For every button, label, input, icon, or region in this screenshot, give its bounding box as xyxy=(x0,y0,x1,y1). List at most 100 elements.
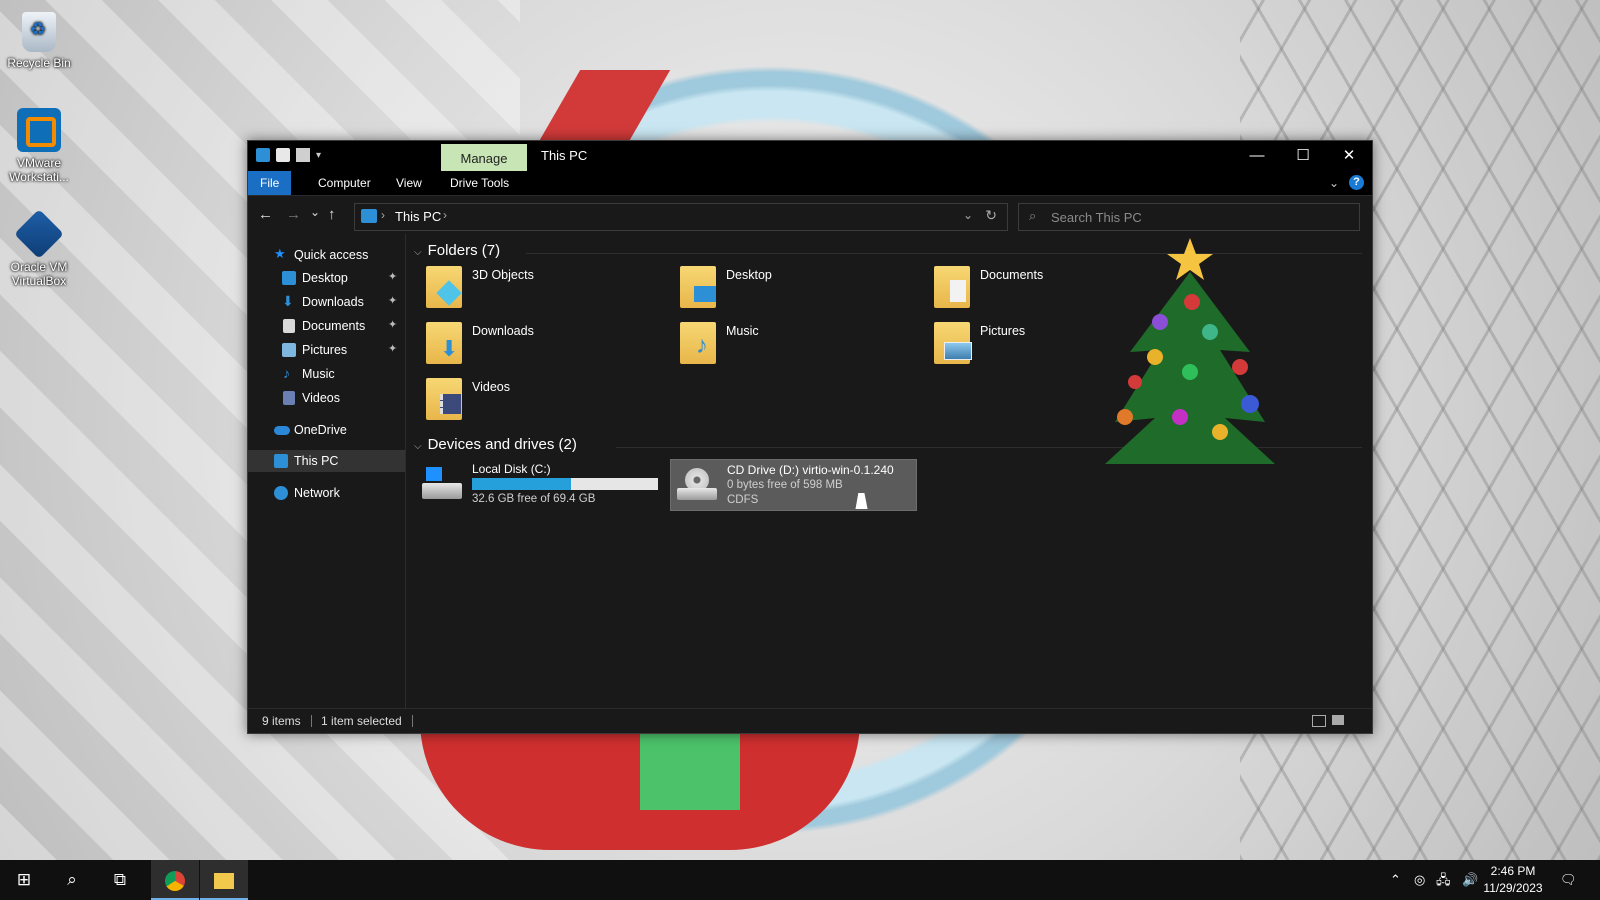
maximize-button[interactable]: ☐ xyxy=(1280,141,1326,171)
pin-icon[interactable]: ✦ xyxy=(388,294,397,307)
search-icon: ⌕ xyxy=(67,870,77,889)
task-view-icon: ⧉ xyxy=(113,870,127,889)
recent-locations-button[interactable]: ⌄ xyxy=(310,205,320,219)
sidebar-item-onedrive[interactable]: OneDrive xyxy=(248,419,405,441)
new-folder-icon[interactable] xyxy=(296,148,310,162)
drive-free-space: 0 bytes free of 598 MB xyxy=(727,479,843,491)
folder-label: Documents xyxy=(980,268,1044,282)
refresh-icon[interactable]: ↻ xyxy=(985,207,997,224)
folder-downloads[interactable]: ⬇ Downloads xyxy=(416,320,661,372)
up-button[interactable]: ↑ xyxy=(328,206,336,223)
expand-ribbon-icon[interactable]: ⌄ xyxy=(1329,176,1339,190)
desktop-folder-icon xyxy=(680,266,716,308)
pin-icon[interactable]: ✦ xyxy=(388,270,397,283)
desktop-icon xyxy=(282,271,296,285)
show-hidden-icons-button[interactable]: ⌃ xyxy=(1390,860,1401,900)
pin-icon[interactable]: ✦ xyxy=(388,342,397,355)
forward-button[interactable]: → xyxy=(286,206,301,223)
taskbar: ⊞ ⌕ ⧉ ⌃ ◎ 🖧 🔊 2:46 PM 11/29/2023 🗨 xyxy=(0,860,1600,900)
sidebar-item-videos[interactable]: Videos xyxy=(248,387,405,409)
folder-desktop[interactable]: Desktop xyxy=(670,264,915,316)
task-view-button[interactable]: ⧉ xyxy=(96,860,144,900)
desktop-icon-vmware[interactable]: VMware Workstati... xyxy=(4,108,74,184)
folder-music[interactable]: ♪ Music xyxy=(670,320,915,372)
pin-icon[interactable]: ✦ xyxy=(388,318,397,331)
file-explorer-icon xyxy=(214,872,234,889)
tab-drive-tools[interactable]: Drive Tools xyxy=(438,171,521,195)
chevron-down-icon[interactable]: ⌄ xyxy=(963,208,973,222)
taskbar-file-explorer[interactable] xyxy=(200,860,248,900)
folder-videos[interactable]: Videos xyxy=(416,376,661,428)
tab-computer[interactable]: Computer xyxy=(306,171,383,195)
breadcrumb-this-pc[interactable]: This PC xyxy=(395,209,441,224)
sidebar-item-label: Downloads xyxy=(302,295,364,309)
sidebar-item-quick-access[interactable]: ★ Quick access xyxy=(248,244,405,266)
chevron-up-icon: ⌃ xyxy=(1390,872,1401,887)
sidebar-item-documents[interactable]: Documents ✦ xyxy=(248,315,405,337)
folder-3d-objects[interactable]: 3D Objects xyxy=(416,264,661,316)
group-header-folders[interactable]: ⌵ Folders (7) xyxy=(414,242,500,259)
search-button[interactable]: ⌕ xyxy=(48,860,96,900)
sidebar-item-this-pc[interactable]: This PC xyxy=(248,450,405,472)
pictures-folder-icon xyxy=(934,322,972,364)
videos-icon xyxy=(283,391,295,405)
sidebar-item-label: OneDrive xyxy=(294,423,347,437)
desktop-icon-recycle-bin[interactable]: ♻ Recycle Bin xyxy=(4,12,74,70)
drive-usage-fill xyxy=(472,478,571,490)
close-button[interactable]: ✕ xyxy=(1326,141,1372,171)
group-header-devices[interactable]: ⌵ Devices and drives (2) xyxy=(414,436,577,453)
sidebar-item-label: Music xyxy=(302,367,335,381)
chevron-right-icon[interactable]: › xyxy=(443,208,447,222)
search-box[interactable]: ⌕ xyxy=(1018,203,1360,231)
search-input[interactable] xyxy=(1049,207,1343,227)
desktop-icon-virtualbox[interactable]: Oracle VM VirtualBox xyxy=(4,209,74,288)
properties-icon[interactable] xyxy=(276,148,290,162)
sidebar-item-pictures[interactable]: Pictures ✦ xyxy=(248,339,405,361)
drive-free-space: 32.6 GB free of 69.4 GB xyxy=(472,493,596,505)
documents-folder-icon xyxy=(934,266,970,308)
chevron-down-icon[interactable]: ⌵ xyxy=(414,441,422,452)
drive-local-disk-c[interactable]: Local Disk (C:) 32.6 GB free of 69.4 GB xyxy=(416,459,661,509)
title-bar[interactable]: ▾ Manage This PC — ☐ ✕ xyxy=(248,141,1372,171)
minimize-button[interactable]: — xyxy=(1234,141,1280,171)
folder-label: 3D Objects xyxy=(472,268,534,282)
tab-manage[interactable]: Manage xyxy=(441,144,527,171)
drive-cd-d[interactable]: CD Drive (D:) virtio-win-0.1.240 0 bytes… xyxy=(670,459,917,511)
clock-time: 2:46 PM xyxy=(1490,864,1536,878)
large-icons-view-icon[interactable] xyxy=(1332,715,1344,725)
sidebar-item-desktop[interactable]: Desktop ✦ xyxy=(248,267,405,289)
sidebar-item-downloads[interactable]: ⬇ Downloads ✦ xyxy=(248,291,405,313)
start-button[interactable]: ⊞ xyxy=(0,860,48,900)
address-bar[interactable]: › This PC › ⌄ ↻ xyxy=(354,203,1008,231)
tray-volume-icon[interactable]: 🔊 xyxy=(1462,860,1478,900)
back-button[interactable]: ← xyxy=(258,206,273,223)
desktop-icon-label: Oracle VM VirtualBox xyxy=(10,260,68,288)
customize-toolbar-icon[interactable]: ▾ xyxy=(316,150,321,161)
sidebar-item-label: Pictures xyxy=(302,343,348,357)
details-view-icon[interactable] xyxy=(1312,715,1326,727)
taskbar-clock[interactable]: 2:46 PM 11/29/2023 xyxy=(1480,863,1546,897)
status-selection: 1 item selected xyxy=(321,714,402,728)
tray-network-icon[interactable]: 🖧 xyxy=(1436,860,1451,900)
drive-filesystem: CDFS xyxy=(727,494,759,506)
sidebar-item-music[interactable]: ♪ Music xyxy=(248,363,405,385)
local-disk-icon xyxy=(422,467,462,501)
sidebar-item-label: Documents xyxy=(302,319,366,333)
chevron-right-icon[interactable]: › xyxy=(381,208,385,222)
folder-label: Downloads xyxy=(472,324,534,338)
tray-meet-icon[interactable]: ◎ xyxy=(1414,860,1425,900)
window-title: This PC xyxy=(541,148,588,163)
taskbar-chrome[interactable] xyxy=(151,860,199,900)
chevron-down-icon[interactable]: ⌵ xyxy=(414,247,422,258)
notifications-icon: 🗨 xyxy=(1560,872,1577,887)
tab-view[interactable]: View xyxy=(384,171,434,195)
folder-label: Pictures xyxy=(980,324,1026,338)
navigation-bar: ← → ⌄ ↑ › This PC › ⌄ ↻ ⌕ xyxy=(248,196,1372,234)
help-icon[interactable]: ? xyxy=(1349,175,1364,190)
action-center-button[interactable]: 🗨 xyxy=(1560,860,1577,900)
sidebar-item-network[interactable]: Network xyxy=(248,482,405,504)
cd-drive-icon xyxy=(677,468,717,502)
tab-file[interactable]: File xyxy=(248,171,292,195)
recycle-bin-icon: ♻ xyxy=(22,12,56,52)
virtualbox-icon xyxy=(14,209,64,259)
